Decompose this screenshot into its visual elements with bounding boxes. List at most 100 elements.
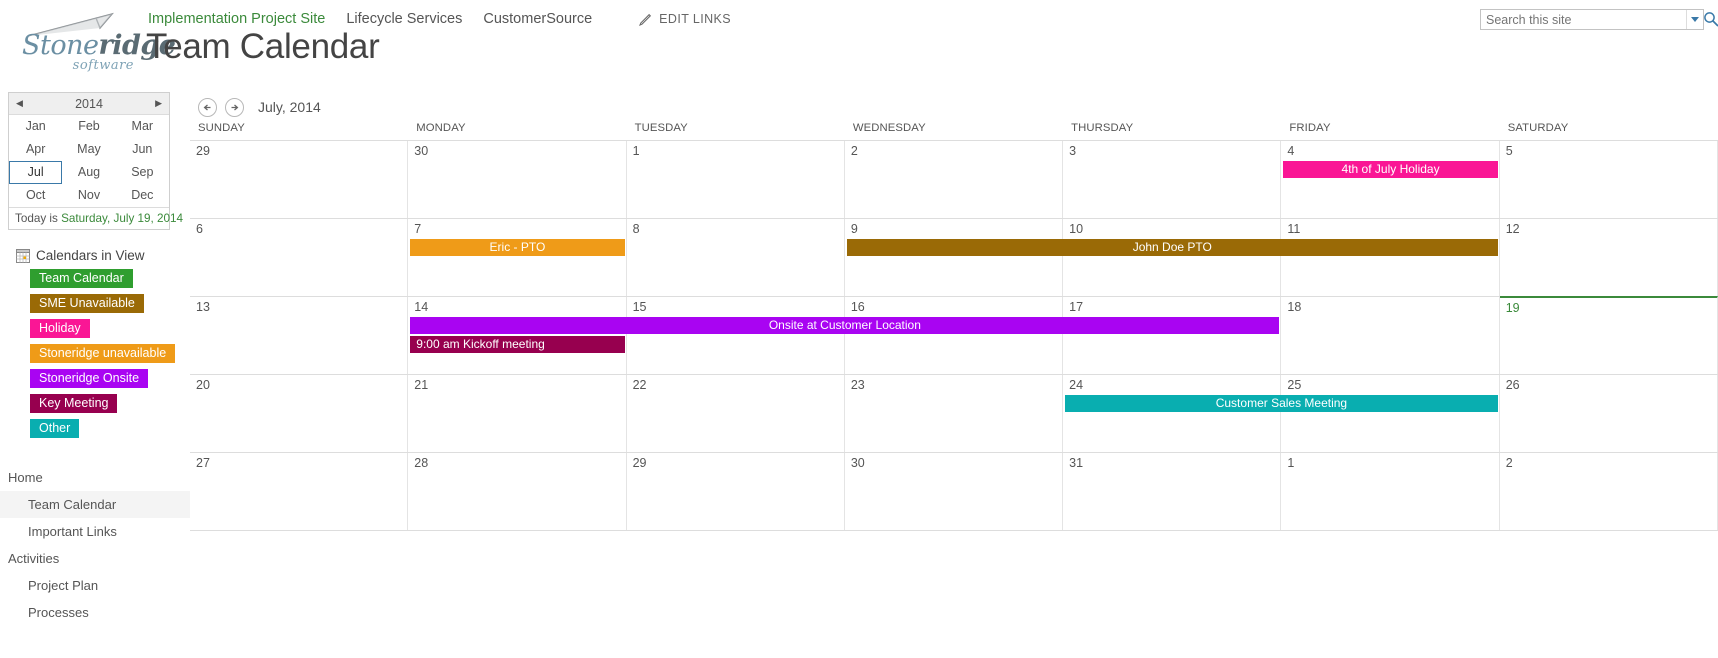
edit-links-button[interactable]: EDIT LINKS <box>639 12 731 26</box>
calendar-event[interactable]: 4th of July Holiday <box>1283 161 1498 178</box>
legend-chip-team-calendar[interactable]: Team Calendar <box>30 269 133 288</box>
month-oct[interactable]: Oct <box>9 184 62 207</box>
calendar-day-number: 2 <box>1505 456 1513 470</box>
nav-item-team-calendar[interactable]: Team Calendar <box>0 491 190 518</box>
legend-chip-holiday[interactable]: Holiday <box>30 319 90 338</box>
month-dec[interactable]: Dec <box>116 184 169 207</box>
calendar-day-cell[interactable]: 3 <box>1063 141 1282 218</box>
calendar-day-cell[interactable]: 2 <box>845 141 1064 218</box>
legend-chip-stoneridge-unavailable[interactable]: Stoneridge unavailable <box>30 344 176 363</box>
calendar-day-cell[interactable]: 19 <box>1499 296 1718 374</box>
calendar-day-cell[interactable]: 20 <box>190 375 409 452</box>
calendar-event[interactable]: Onsite at Customer Location <box>410 317 1280 334</box>
calendar-event[interactable]: 9:00 am Kickoff meeting <box>410 336 625 353</box>
calendar-day-number: 14 <box>414 300 429 314</box>
calendar-day-cell[interactable]: 7 <box>408 219 627 296</box>
nav-item-processes[interactable]: Processes <box>0 599 190 626</box>
pencil-icon <box>639 13 652 26</box>
calendar-day-cell[interactable]: 16 <box>845 297 1064 374</box>
search-dropdown-toggle[interactable] <box>1686 10 1703 29</box>
calendar-day-cell[interactable]: 21 <box>408 375 627 452</box>
calendar-day-cell[interactable]: 27 <box>190 453 409 530</box>
calendar-day-cell[interactable]: 29 <box>627 453 845 530</box>
calendar-day-cell[interactable]: 13 <box>190 297 409 374</box>
legend-chip-stoneridge-onsite[interactable]: Stoneridge Onsite <box>30 369 149 388</box>
legend-chip-sme-unavailable[interactable]: SME Unavailable <box>30 294 144 313</box>
calendar-day-number: 22 <box>632 378 647 392</box>
search-box[interactable] <box>1480 9 1718 30</box>
calendar-day-cell[interactable]: 5 <box>1500 141 1718 218</box>
month-feb[interactable]: Feb <box>62 115 115 138</box>
dow-wednesday: WEDNESDAY <box>852 122 926 134</box>
calendar-day-number: 5 <box>1505 144 1513 158</box>
calendar-event[interactable]: Customer Sales Meeting <box>1065 395 1498 412</box>
dow-thursday: THURSDAY <box>1071 122 1134 134</box>
calendar-toolbar: July, 2014 <box>190 88 1718 122</box>
calendar-day-cell[interactable]: 30 <box>408 141 627 218</box>
calendar-day-cell[interactable]: 9 <box>845 219 1064 296</box>
dow-tuesday: TUESDAY <box>634 122 688 134</box>
month-jan[interactable]: Jan <box>9 115 62 138</box>
dow-sunday: SUNDAY <box>198 122 245 134</box>
dow-friday: FRIDAY <box>1289 122 1331 134</box>
topnav-link-lifecycle-services[interactable]: Lifecycle Services <box>346 11 483 27</box>
calendar-day-cell[interactable]: 26 <box>1500 375 1718 452</box>
chevron-down-icon <box>1691 17 1699 22</box>
calendar-day-cell[interactable]: 23 <box>845 375 1064 452</box>
calendar-day-cell[interactable]: 2 <box>1500 453 1718 530</box>
calendar-day-cell[interactable]: 1 <box>627 141 845 218</box>
calendar-day-cell[interactable]: 24 <box>1063 375 1282 452</box>
mini-calendar-month-picker: ◀ 2014 ▶ Jan Feb Mar Apr May Jun Jul Aug… <box>8 92 183 230</box>
topnav-link-implementation-project-site[interactable]: Implementation Project Site <box>148 11 346 27</box>
mini-calendar-next-year-button[interactable]: ▶ <box>155 98 162 109</box>
month-may[interactable]: May <box>62 138 115 161</box>
calendar-day-cell[interactable]: 12 <box>1500 219 1718 296</box>
legend-chip-key-meeting[interactable]: Key Meeting <box>30 394 118 413</box>
month-apr[interactable]: Apr <box>9 138 62 161</box>
nav-item-project-plan[interactable]: Project Plan <box>0 572 190 599</box>
calendar-day-cell[interactable]: 10 <box>1063 219 1282 296</box>
month-nov[interactable]: Nov <box>62 184 115 207</box>
calendar-view: July, 2014 SUNDAY MONDAY TUESDAY WEDNESD… <box>190 88 1718 531</box>
calendar-day-cell[interactable]: 25 <box>1281 375 1500 452</box>
nav-item-home[interactable]: Home <box>0 464 190 491</box>
calendar-day-cell[interactable]: 29 <box>190 141 409 218</box>
calendar-day-cell[interactable]: 6 <box>190 219 409 296</box>
calendar-day-number: 25 <box>1287 378 1302 392</box>
search-input[interactable] <box>1481 12 1686 27</box>
nav-item-activities[interactable]: Activities <box>0 545 190 572</box>
calendar-day-cell[interactable]: 1 <box>1281 453 1500 530</box>
calendar-day-cell[interactable]: 8 <box>627 219 845 296</box>
day-of-week-header-row: SUNDAY MONDAY TUESDAY WEDNESDAY THURSDAY… <box>190 122 1718 141</box>
calendar-day-cell[interactable]: 18 <box>1281 297 1500 374</box>
month-jun[interactable]: Jun <box>116 138 169 161</box>
calendar-prev-button[interactable] <box>198 97 217 117</box>
calendar-week-row: 27 28 29 30 31 1 2 <box>190 453 1718 531</box>
calendar-event[interactable]: John Doe PTO <box>846 239 1498 256</box>
stoneridge-logo[interactable]: Stoneridge software <box>8 8 176 76</box>
calendar-day-cell[interactable]: 4 <box>1281 141 1500 218</box>
nav-item-important-links[interactable]: Important Links <box>0 518 190 545</box>
calendar-day-cell[interactable]: 17 <box>1063 297 1282 374</box>
topnav-link-customersource[interactable]: CustomerSource <box>483 11 613 27</box>
calendar-day-cell[interactable]: 22 <box>627 375 845 452</box>
calendar-day-cell[interactable]: 31 <box>1063 453 1282 530</box>
calendar-day-number: 6 <box>196 222 203 236</box>
calendar-next-button[interactable] <box>225 97 244 117</box>
calendar-day-number: 9 <box>850 222 858 236</box>
month-sep[interactable]: Sep <box>116 161 169 184</box>
calendar-day-cell[interactable]: 28 <box>408 453 627 530</box>
calendar-day-cell[interactable]: 15 <box>627 297 845 374</box>
month-aug[interactable]: Aug <box>62 161 115 184</box>
calendar-day-number: 2 <box>850 144 858 158</box>
calendar-event[interactable]: Eric - PTO <box>410 239 625 256</box>
month-mar[interactable]: Mar <box>116 115 169 138</box>
calendar-day-cell[interactable]: 30 <box>845 453 1064 530</box>
legend-chip-other[interactable]: Other <box>30 419 80 438</box>
calendar-day-cell[interactable]: 11 <box>1281 219 1500 296</box>
month-jul[interactable]: Jul <box>9 161 63 184</box>
left-sidebar: ◀ 2014 ▶ Jan Feb Mar Apr May Jun Jul Aug… <box>0 88 190 626</box>
search-button[interactable] <box>1703 11 1718 29</box>
edit-links-label: EDIT LINKS <box>659 12 732 26</box>
mini-calendar-prev-year-button[interactable]: ◀ <box>16 98 23 109</box>
